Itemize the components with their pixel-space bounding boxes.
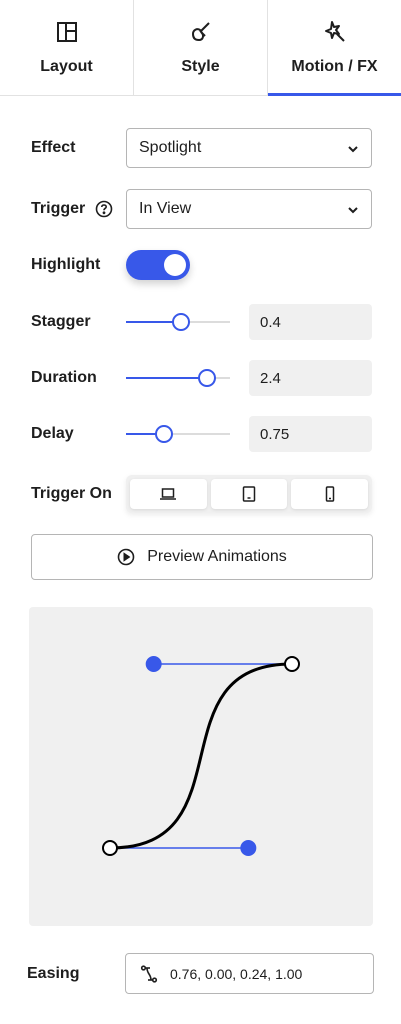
- control-handle-end[interactable]: [145, 656, 162, 672]
- device-switcher: [126, 475, 372, 513]
- device-tablet-button[interactable]: [210, 479, 288, 509]
- chevron-down-icon: [348, 207, 358, 214]
- play-icon: [117, 548, 135, 566]
- easing-curve-editor: [29, 607, 373, 926]
- tab-style[interactable]: Style: [134, 0, 268, 95]
- preview-animations-button[interactable]: Preview Animations: [31, 534, 373, 580]
- easing-label: Easing: [27, 964, 80, 982]
- stagger-input[interactable]: 0.4: [249, 304, 372, 340]
- device-desktop-button[interactable]: [130, 479, 207, 509]
- duration-input[interactable]: 2.4: [249, 360, 372, 396]
- curve-start-point: [102, 840, 118, 856]
- stagger-value: 0.4: [260, 313, 281, 331]
- highlight-toggle[interactable]: [126, 250, 190, 280]
- delay-label: Delay: [31, 425, 74, 442]
- brush-icon: [191, 22, 210, 41]
- delay-value: 0.75: [260, 425, 290, 443]
- slider-thumb[interactable]: [198, 369, 217, 387]
- tab-layout[interactable]: Layout: [0, 0, 134, 95]
- stagger-slider[interactable]: [126, 312, 230, 332]
- highlight-row: Highlight: [31, 250, 372, 280]
- trigger-select[interactable]: In View: [126, 189, 372, 229]
- highlight-label: Highlight: [31, 256, 101, 273]
- help-icon[interactable]: [95, 200, 113, 218]
- easing-curve: [109, 662, 293, 850]
- easing-input[interactable]: 0.76, 0.00, 0.24, 1.00: [125, 953, 374, 994]
- easing-curve-graph: [102, 656, 300, 856]
- effect-select[interactable]: Spotlight: [126, 128, 372, 168]
- slider-thumb[interactable]: [155, 425, 174, 443]
- duration-value: 2.4: [260, 369, 281, 387]
- curve-end-point: [284, 656, 300, 672]
- duration-label: Duration: [31, 369, 97, 386]
- tablet-icon: [242, 486, 256, 502]
- preview-animations-label: Preview Animations: [147, 548, 287, 565]
- tab-style-label: Style: [181, 58, 220, 75]
- delay-input[interactable]: 0.75: [249, 416, 372, 452]
- effect-label: Effect: [31, 139, 76, 156]
- trigger-value: In View: [139, 200, 192, 217]
- easing-value: 0.76, 0.00, 0.24, 1.00: [170, 965, 303, 982]
- device-mobile-button[interactable]: [291, 479, 369, 509]
- panel-tabs: Layout Style Motion / FX: [0, 0, 401, 96]
- tab-motion-fx[interactable]: Motion / FX: [268, 0, 401, 96]
- toggle-knob: [164, 254, 186, 276]
- tab-motion-fx-label: Motion / FX: [291, 58, 378, 75]
- control-handle-start[interactable]: [240, 840, 257, 856]
- duration-slider[interactable]: [126, 368, 230, 388]
- layout-icon: [56, 22, 77, 42]
- slider-fill: [126, 377, 208, 379]
- effect-value: Spotlight: [139, 139, 202, 156]
- slider-thumb[interactable]: [172, 313, 191, 331]
- stagger-label: Stagger: [31, 313, 91, 330]
- mobile-icon: [325, 486, 334, 502]
- trigger-label: Trigger: [31, 200, 86, 217]
- chevron-down-icon: [348, 146, 358, 153]
- tab-layout-label: Layout: [40, 58, 93, 75]
- bezier-curve-icon: [140, 964, 158, 983]
- magic-wand-icon: [324, 21, 345, 42]
- trigger-on-label: Trigger On: [31, 485, 112, 502]
- desktop-icon: [160, 488, 177, 500]
- delay-slider[interactable]: [126, 424, 230, 444]
